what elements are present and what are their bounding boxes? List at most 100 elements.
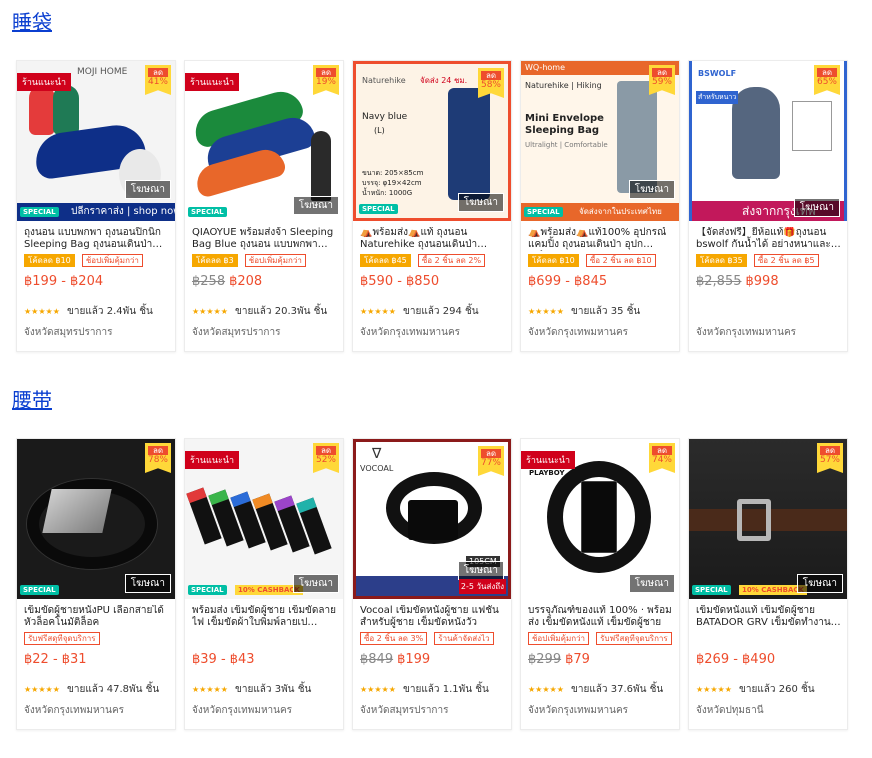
product-card[interactable]: Naturehike จัดส่ง 24 ชม. Navy blue (L) ข…	[352, 60, 512, 352]
belt-buckle-illustration	[737, 499, 771, 541]
sold-count: ★★★★★ ขายแล้ว 47.8พัน ชิ้น	[24, 682, 169, 695]
product-name[interactable]: Vocoal เข็มขัดหนังผู้ชาย แฟชั่น สำหรับผู…	[360, 605, 505, 629]
product-price: ฿258 ฿208	[192, 274, 337, 292]
product-card[interactable]: SPECIAL 10% CASHBACK โฆษณา ลด 57% เข็มขั…	[688, 438, 848, 730]
product-image[interactable]: BSWOLF สำหรับหนาว ส่งจากกรุงเทพ โฆษณา ลด…	[689, 61, 847, 221]
product-card[interactable]: ร้านแนะนำ SPECIAL 10% CASHBACK โฆษณา ลด …	[184, 438, 344, 730]
product-card[interactable]: BSWOLF สำหรับหนาว ส่งจากกรุงเทพ โฆษณา ลด…	[688, 60, 848, 352]
belt-buckle-illustration	[408, 500, 458, 540]
discount-badge: ลด 19%	[313, 65, 339, 95]
discount-badge: ลด 78%	[145, 443, 171, 473]
original-price: ฿258	[192, 274, 226, 289]
belt-buckle-illustration	[42, 489, 112, 533]
current-price: ฿998	[745, 274, 779, 289]
product-tags: ช้อปเพิ่มคุ้มกว่า รับฟรีสดุทีจุดบริการ	[528, 632, 673, 648]
sold-text: ขายแล้ว 3พัน ชิ้น	[235, 684, 312, 695]
product-tags: โค้ดลด ฿45 ซื้อ 2 ชิ้น ลด 2%	[360, 254, 505, 270]
product-name[interactable]: ⛺พร้อมส่ง⛺แท้ ถุงนอน Naturehike ถุงนอนเด…	[360, 227, 505, 251]
product-location: จังหวัดปทุมธานี	[696, 705, 764, 716]
product-location: จังหวัดกรุงเทพมหานคร	[24, 705, 125, 716]
ad-label: โฆษณา	[124, 574, 171, 593]
product-name[interactable]: ⛺พร้อมส่ง⛺แท้100% อุปกรณ์ แคมปิ้ง ถุงนอน…	[528, 227, 673, 251]
product-location: จังหวัดสมุทรปราการ	[192, 327, 281, 338]
ad-label: โฆษณา	[793, 198, 840, 217]
sleeping-bag-illustration	[53, 85, 79, 135]
brand-logo-icon: ∇	[372, 446, 382, 462]
product-image[interactable]: SPECIAL โฆษณา ลด 78%	[17, 439, 175, 599]
discount-value: 57%	[819, 455, 840, 465]
product-headline: Mini Envelope Sleeping Bag	[525, 113, 604, 136]
product-image[interactable]: ร้านแนะนำ SPECIAL 10% CASHBACK โฆษณา ลด …	[185, 439, 343, 599]
current-price: ฿590 - ฿850	[360, 274, 440, 289]
spec-line: น้ำหนัก: 1000G	[362, 189, 413, 197]
product-name[interactable]: QIAOYUE พร้อมส่งจ้า Sleeping Bag Blue ถุ…	[192, 227, 337, 251]
sold-text: ขายแล้ว 2.4พัน ชิ้น	[67, 306, 153, 317]
section-title-sleeping-bags[interactable]: 睡袋	[12, 6, 52, 35]
discount-label: ลด	[817, 68, 837, 77]
current-price: ฿269 - ฿490	[696, 652, 776, 667]
special-badge: SPECIAL	[692, 585, 731, 595]
promo-tag: ซื้อ 2 ชิ้น ลด 3%	[360, 632, 428, 645]
recommended-shop-badge: ร้านแนะนำ	[185, 73, 240, 91]
product-card[interactable]: ร้านแนะนำ PLAYBOY โฆษณา ลด 74% บรรจุภัณฑ…	[520, 438, 680, 730]
product-name[interactable]: ถุงนอน แบบพกพา ถุงนอนปิกนิก Sleeping Bag…	[24, 227, 169, 251]
product-name[interactable]: บรรจุภัณฑ์ของแท้ 100% · พร้อม ส่ง เข็มขั…	[528, 605, 673, 629]
special-badge: SPECIAL	[20, 585, 59, 595]
current-price: ฿39 - ฿43	[192, 652, 255, 667]
product-card[interactable]: WQ-home Naturehike | Hiking Mini Envelop…	[520, 60, 680, 352]
product-card[interactable]: ร้านแนะนำ SPECIAL โฆษณา ลด 19% QIAOYUE พ…	[184, 60, 344, 352]
sold-text: ขายแล้ว 47.8พัน ชิ้น	[67, 684, 160, 695]
original-price: ฿299	[528, 652, 562, 667]
section-title-belts[interactable]: 腰带	[12, 384, 52, 413]
sleeping-bag-illustration	[617, 81, 657, 193]
product-location: จังหวัดสมุทรปราการ	[24, 327, 113, 338]
ad-label: โฆษณา	[124, 180, 171, 199]
product-image[interactable]: ร้านแนะนำ SPECIAL โฆษณา ลด 19%	[185, 61, 343, 221]
brand-text: BSWOLF	[698, 69, 737, 78]
product-image[interactable]: Naturehike จัดส่ง 24 ชม. Navy blue (L) ข…	[353, 61, 511, 221]
product-card[interactable]: ∇ VOCOAL 105CM 2-5 วันส่งถึง โฆษณา ลด 77…	[352, 438, 512, 730]
shipping-promo-text: จัดส่ง 24 ชม.	[420, 76, 468, 85]
product-location: จังหวัดสมุทรปราการ	[360, 705, 449, 716]
product-location: จังหวัดกรุงเทพมหานคร	[696, 327, 797, 338]
star-rating-icon: ★★★★★	[192, 685, 228, 694]
product-price: ฿299 ฿79	[528, 652, 673, 670]
product-name[interactable]: 【จัดส่งฟรี】ยี่ห้อแท้🎁ถุงนอน bswolf กันน้…	[696, 227, 841, 251]
voucher-tag: โค้ดลด ฿10	[528, 254, 579, 267]
product-card[interactable]: ร้านแนะนำ MOJI HOME ปลีกราคาส่ง | shop n…	[16, 60, 176, 352]
product-card[interactable]: SPECIAL โฆษณา ลด 78% เข็มขัดผู้ชายหนังPU…	[16, 438, 176, 730]
discount-value: 59%	[651, 77, 672, 87]
product-name[interactable]: เข็มขัดหนังแท้ เข็มขัดผู้ชาย BATADOR GRV…	[696, 605, 841, 629]
product-tags: รับฟรีสดุทีจุดบริการ	[24, 632, 169, 648]
product-price: ฿39 - ฿43	[192, 652, 337, 670]
discount-value: 65%	[816, 77, 837, 87]
discount-badge: ลด 74%	[649, 443, 675, 473]
special-badge: SPECIAL	[20, 207, 59, 217]
product-tags: โค้ดลด ฿10 ช้อปเพิ่มคุ้มกว่า	[24, 254, 169, 270]
product-tags: โค้ดลด ฿10 ซื้อ 2 ชิ้น ลด ฿10	[528, 254, 673, 270]
product-name[interactable]: เข็มขัดผู้ชายหนังPU เลือกสายได้ หัวล็อคโ…	[24, 605, 169, 629]
product-image[interactable]: WQ-home Naturehike | Hiking Mini Envelop…	[521, 61, 679, 221]
product-image[interactable]: ร้านแนะนำ MOJI HOME ปลีกราคาส่ง | shop n…	[17, 61, 175, 221]
product-tags: ซื้อ 2 ชิ้น ลด 3% ร้านค้าจัดส่งไว	[360, 632, 505, 648]
special-badge: SPECIAL	[359, 204, 398, 214]
star-rating-icon: ★★★★★	[696, 685, 732, 694]
product-image[interactable]: ∇ VOCOAL 105CM 2-5 วันส่งถึง โฆษณา ลด 77…	[353, 439, 511, 599]
product-image[interactable]: ร้านแนะนำ PLAYBOY โฆษณา ลด 74%	[521, 439, 679, 599]
product-price: ฿2,855 ฿998	[696, 274, 841, 292]
ad-label: โฆษณา	[292, 574, 339, 593]
size-label: (L)	[374, 126, 385, 135]
color-name: Navy blue	[362, 112, 408, 122]
ad-label: โฆษณา	[628, 574, 675, 593]
sold-count: ★★★★★ ขายแล้ว 294 ชิ้น	[360, 304, 505, 317]
sub-brand-text: Naturehike | Hiking	[525, 81, 602, 90]
sold-count: ★★★★★ ขายแล้ว 3พัน ชิ้น	[192, 682, 337, 695]
product-image[interactable]: SPECIAL 10% CASHBACK โฆษณา ลด 57%	[689, 439, 847, 599]
recommended-shop-badge: ร้านแนะนำ	[185, 451, 240, 469]
current-price: ฿22 - ฿31	[24, 652, 87, 667]
discount-label: ลด	[481, 71, 501, 80]
star-rating-icon: ★★★★★	[528, 307, 564, 316]
belt-buckle-illustration	[581, 481, 617, 553]
sold-count: ★★★★★ ขายแล้ว 35 ชิ้น	[528, 304, 673, 317]
product-name[interactable]: พร้อมส่ง เข็มขัดผู้ชาย เข็มขัดลาย ไฟ เข็…	[192, 605, 337, 629]
